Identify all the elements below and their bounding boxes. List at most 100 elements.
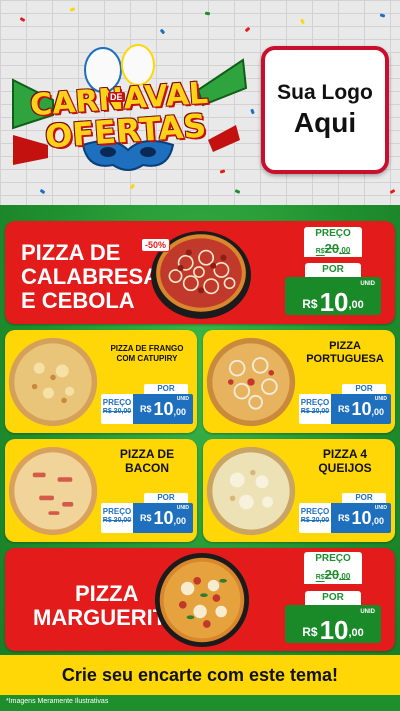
header: CARNAVAL DE OFERTAS Sua Logo Aqui (0, 0, 400, 205)
old-price-int: 20 (324, 241, 340, 256)
product-name-line: QUEIJOS (318, 461, 372, 476)
product-name-line: PIZZA DE (21, 240, 121, 265)
product-card-calabresa[interactable]: PIZZA DE CALABRESA E CEBOLA -50% PREÇO R… (5, 221, 395, 324)
product-name-line: E CEBOLA (21, 287, 135, 313)
confetti (204, 11, 211, 16)
cta-text: Crie seu encarte com este tema! (61, 664, 339, 685)
currency: R$ (337, 513, 350, 523)
price-int: 10 (153, 507, 174, 528)
product-card-bacon[interactable]: PIZZA DE BACON POR PREÇO R$ 20,00 R$ 10 … (5, 439, 197, 542)
currency: R$ (139, 404, 152, 414)
price-dec: ,00 (173, 407, 187, 417)
currency: R$ (302, 625, 318, 639)
preco-label: PREÇO (304, 227, 362, 241)
confetti (389, 188, 396, 195)
price-dec: ,00 (371, 516, 385, 526)
por-label: POR (305, 591, 361, 605)
price-int: 10 (351, 398, 372, 419)
pizza-4-queijos-image (206, 446, 296, 536)
pizza-bacon-image (8, 446, 98, 536)
unit-label: UNID (374, 505, 387, 511)
confetti (19, 16, 26, 23)
price-dec: ,00 (371, 407, 385, 417)
new-price: R$ 10 ,00 UNID (331, 503, 391, 533)
product-name: PIZZA 4 QUEIJOS (299, 447, 391, 476)
old-price: R$ 20,00 (102, 407, 132, 415)
price-dec: ,00 (348, 299, 364, 311)
price-dec: ,00 (348, 627, 364, 639)
por-label: POR (144, 493, 188, 503)
old-price: R$20,00 (304, 566, 362, 584)
currency: R$ (337, 404, 350, 414)
product-name-line: PIZZA DE (119, 447, 175, 461)
unit-label: UNID (374, 396, 387, 402)
cta-banner[interactable]: Crie seu encarte com este tema! (0, 655, 400, 695)
pizza-frango-image (8, 337, 98, 427)
price-int: 10 (319, 615, 349, 645)
confetti (379, 13, 386, 18)
product-card-marguerita[interactable]: PIZZA MARGUERITA PREÇO R$20,00 POR R$ 10… (5, 548, 395, 651)
price-dec: ,00 (173, 516, 187, 526)
product-name-line: CALABRESA (21, 263, 160, 289)
price-row: PREÇO R$ 20,00 R$ 10 ,00 UNID (101, 503, 193, 533)
price-int: 10 (153, 398, 174, 419)
product-name-line: PIZZA DE FRANGO (110, 344, 184, 353)
unit-label: UNID (176, 396, 189, 402)
por-label: POR (342, 384, 386, 394)
product-card-frango[interactable]: PIZZA DE FRANGO COM CATUPIRY POR PREÇO R… (5, 330, 197, 433)
product-name-line: COM CATUPIRY (116, 353, 178, 363)
old-price-currency: R$ (315, 574, 325, 581)
price-int: 10 (319, 287, 349, 317)
preco-label: PREÇO (300, 507, 330, 516)
preco-label: PREÇO (102, 398, 132, 407)
old-price: R$20,00 (304, 241, 362, 257)
product-card-portuguesa[interactable]: PIZZA PORTUGUESA POR PREÇO R$ 20,00 R$ 1… (203, 330, 395, 433)
product-name: PIZZA PORTUGUESA (297, 340, 393, 366)
disclaimer: *Imagens Meramente Ilustrativas (6, 698, 109, 705)
preco-label: PREÇO (102, 507, 132, 516)
preco-label: PREÇO (300, 398, 330, 407)
product-name-line: BACON (125, 461, 169, 476)
confetti (250, 108, 255, 115)
por-label: POR (144, 384, 188, 394)
currency: R$ (302, 297, 318, 311)
new-price: R$ 10 ,00 UNID (331, 394, 391, 424)
campaign-connector: DE (108, 92, 125, 102)
old-price: R$ 20,00 (300, 516, 330, 524)
confetti (244, 26, 251, 33)
old-price-dec: ,00 (339, 572, 351, 581)
unit-label: UNID (360, 609, 375, 615)
product-card-4-queijos[interactable]: PIZZA 4 QUEIJOS POR PREÇO R$ 20,00 R$ 10… (203, 439, 395, 542)
logo-placeholder-line1: Sua Logo (277, 81, 373, 104)
product-name: PIZZA DE CALABRESA E CEBOLA (21, 241, 159, 312)
discount-badge: -50% (141, 238, 171, 252)
product-name-line: PORTUGUESA (306, 353, 384, 366)
pizza-marguerita-image (154, 552, 250, 648)
new-price: R$ 10 ,00 UNID (133, 394, 193, 424)
old-price-int: 20 (324, 567, 340, 582)
confetti (299, 18, 306, 25)
confetti (159, 28, 166, 35)
product-name-line: PIZZA (329, 340, 361, 352)
price-int: 10 (351, 507, 372, 528)
product-name: PIZZA DE BACON (101, 447, 193, 476)
price-row: PREÇO R$ 20,00 R$ 10 ,00 UNID (101, 394, 193, 424)
pizza-portuguesa-image (206, 337, 296, 427)
logo-placeholder-line2: Aqui (293, 107, 357, 138)
product-name-line: PIZZA 4 (322, 447, 368, 461)
confetti (69, 7, 76, 12)
price-row: PREÇO R$ 20,00 R$ 10 ,00 UNID (299, 503, 391, 533)
unit-label: UNID (176, 505, 189, 511)
preco-label: PREÇO (304, 552, 362, 566)
new-price: R$ 10 ,00 UNID (285, 277, 381, 315)
old-price: R$ 20,00 (300, 407, 330, 415)
product-name: PIZZA DE FRANGO COM CATUPIRY (101, 344, 193, 363)
old-price-box: PREÇO R$ 20,00 (299, 503, 331, 533)
old-price-box: PREÇO R$ 20,00 (299, 394, 331, 424)
old-price-currency: R$ (315, 248, 325, 255)
logo-placeholder[interactable]: Sua Logo Aqui (261, 46, 389, 174)
unit-label: UNID (360, 281, 375, 287)
old-price-dec: ,00 (339, 246, 351, 255)
por-label: POR (305, 263, 361, 277)
price-row: PREÇO R$ 20,00 R$ 10 ,00 UNID (299, 394, 391, 424)
